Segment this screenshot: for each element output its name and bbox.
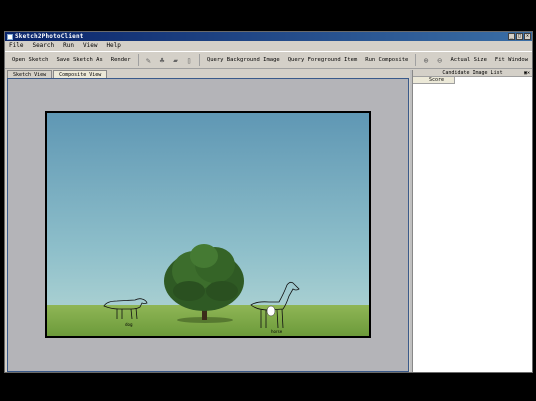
render-button[interactable]: Render [107, 57, 135, 63]
close-icon[interactable]: ✕ [524, 33, 531, 40]
menu-file[interactable]: File [9, 42, 23, 49]
candidate-panel-header: Candidate Image List ▣✕ [413, 70, 532, 77]
hand-cursor-icon [266, 305, 276, 317]
minimize-icon[interactable]: _ [508, 33, 515, 40]
query-background-button[interactable]: Query Background Image [203, 57, 284, 63]
app-icon [7, 33, 13, 40]
composite-viewport[interactable]: dog horse [7, 78, 409, 372]
panel-controls-icon[interactable]: ▣✕ [524, 70, 530, 76]
run-composite-button[interactable]: Run Composite [361, 57, 412, 63]
tab-sketch-view[interactable]: Sketch View [7, 70, 53, 78]
pen-icon[interactable]: ✎ [144, 55, 154, 65]
query-foreground-button[interactable]: Query Foreground Item [284, 57, 362, 63]
menu-run[interactable]: Run [63, 42, 74, 49]
tree-icon[interactable]: ♣ [157, 55, 167, 65]
candidate-list[interactable] [413, 84, 532, 372]
toolbar-separator [137, 54, 139, 66]
sketch-label-horse: horse [271, 329, 283, 334]
title-bar: Sketch2PhotoClient _ □ ✕ [5, 32, 532, 41]
page-icon[interactable]: ▯ [184, 55, 194, 65]
menu-view[interactable]: View [83, 42, 97, 49]
composite-canvas[interactable]: dog horse [45, 111, 371, 338]
tab-composite-view[interactable]: Composite View [53, 70, 108, 78]
menu-bar: File Search Run View Help [5, 41, 532, 50]
sketch-label-dog: dog [125, 322, 133, 327]
zoom-out-icon[interactable]: ⊖ [435, 55, 445, 65]
car-icon[interactable]: ▰ [171, 55, 181, 65]
letterbox-bottom [0, 373, 536, 401]
menu-help[interactable]: Help [106, 42, 120, 49]
toolbar: Open Sketch Save Sketch As Render ✎ ♣ ▰ … [5, 51, 532, 69]
zoom-in-icon[interactable]: ⊕ [421, 55, 431, 65]
toolbar-separator [198, 54, 200, 66]
candidate-panel-title: Candidate Image List [442, 70, 503, 76]
app-window: Sketch2PhotoClient _ □ ✕ File Search Run… [4, 31, 533, 373]
fit-window-button[interactable]: Fit Window [491, 57, 532, 63]
view-tabs: Sketch View Composite View [7, 70, 108, 78]
actual-size-button[interactable]: Actual Size [446, 57, 490, 63]
toolbar-separator [415, 54, 417, 66]
window-title: Sketch2PhotoClient [15, 33, 84, 40]
candidate-panel: Candidate Image List ▣✕ Score [412, 70, 532, 372]
composite-image: dog horse [47, 113, 369, 336]
save-sketch-as-button[interactable]: Save Sketch As [52, 57, 106, 63]
maximize-icon[interactable]: □ [516, 33, 523, 40]
letterbox-top [0, 0, 536, 31]
score-column-header[interactable]: Score [413, 77, 455, 84]
menu-search[interactable]: Search [32, 42, 54, 49]
open-sketch-button[interactable]: Open Sketch [8, 57, 52, 63]
